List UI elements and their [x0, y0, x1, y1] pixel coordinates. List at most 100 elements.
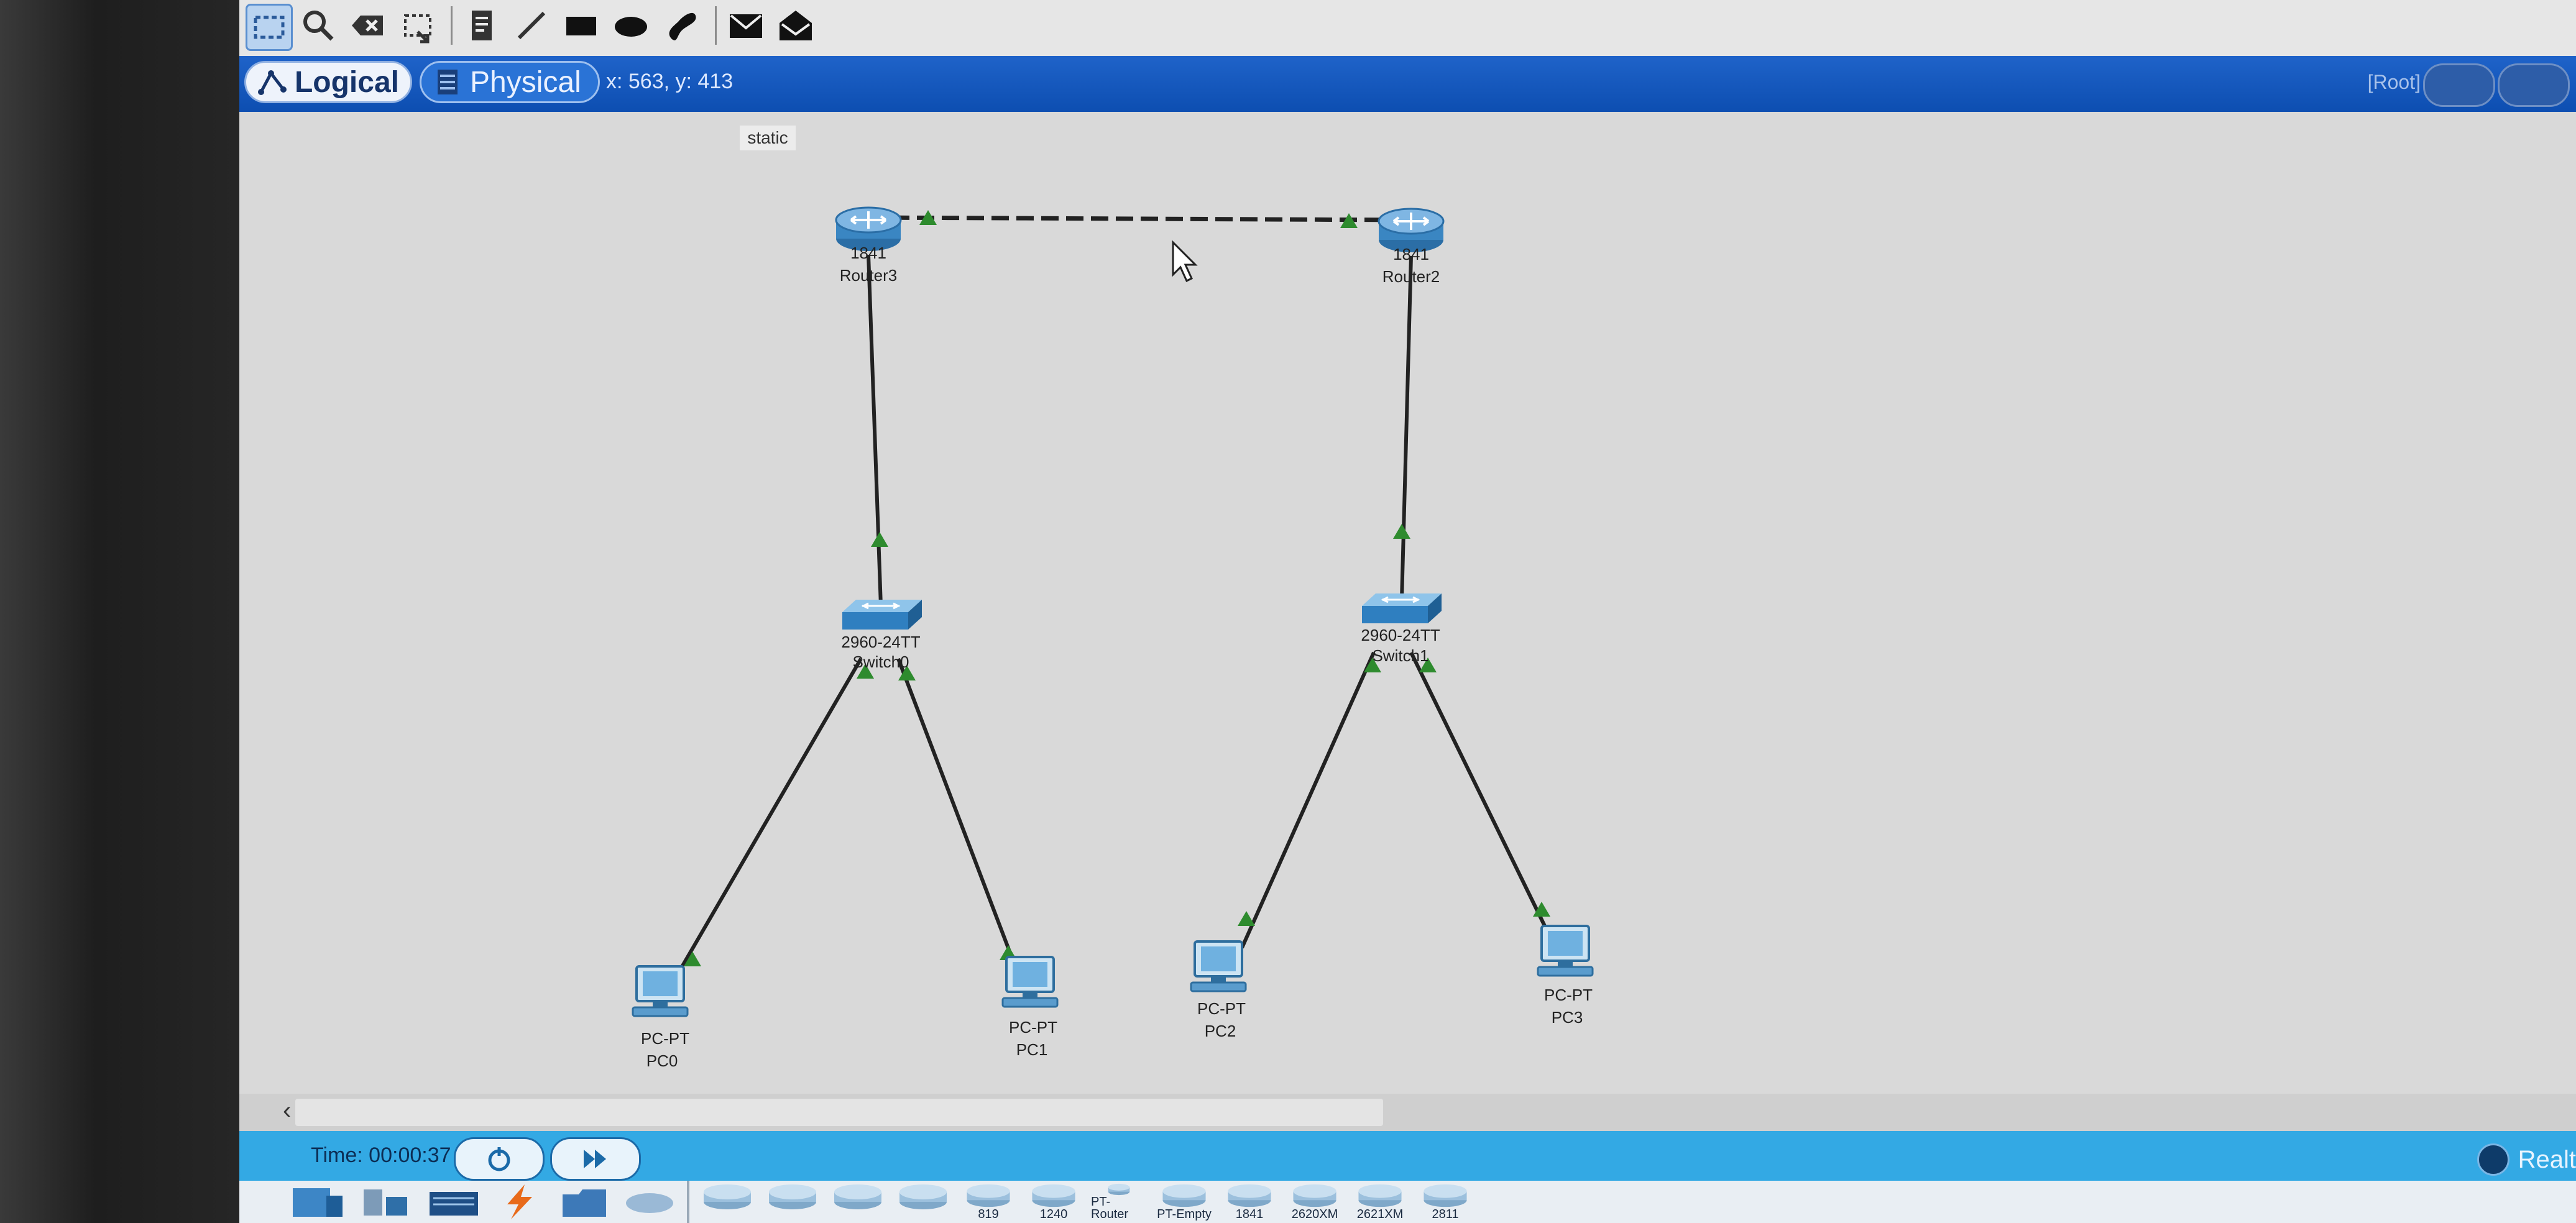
router-icon	[1032, 1184, 1075, 1207]
scrollbar-thumb[interactable]	[295, 1099, 1383, 1126]
switch-icon	[1361, 592, 1443, 625]
router-icon	[769, 1184, 816, 1209]
note-icon	[472, 11, 492, 40]
fast-forward-time-button[interactable]	[550, 1137, 641, 1181]
router3-model-label: 1841	[850, 244, 886, 262]
palette-router-item[interactable]	[699, 1183, 755, 1221]
magnifier-icon	[303, 11, 334, 41]
select-tool-button[interactable]	[246, 4, 293, 51]
pc3-name-label: PC3	[1552, 1008, 1583, 1027]
inspect-tool-button[interactable]	[297, 4, 340, 47]
switch0-name-label: Switch0	[852, 653, 909, 671]
toolbar-separator	[451, 6, 453, 45]
new-cluster-button[interactable]	[2498, 63, 2570, 107]
link-switch0-pc0[interactable]	[669, 657, 863, 986]
tab-physical-label: Physical	[470, 65, 581, 99]
switch0-model-label: 2960-24TT	[841, 633, 920, 651]
palette-router-item[interactable]: PT-Router	[1091, 1183, 1147, 1221]
palette-router-item[interactable]: PT-Empty	[1156, 1183, 1212, 1221]
network-devices-category-button[interactable]	[357, 1183, 413, 1221]
serial-link-router3-router2[interactable]	[867, 215, 1409, 222]
palette-router-item[interactable]: 2811	[1417, 1183, 1473, 1221]
link-router3-switch0[interactable]	[867, 254, 883, 607]
back-button[interactable]	[2423, 63, 2495, 107]
select-icon	[254, 16, 285, 39]
note-tool-button[interactable]	[460, 4, 504, 47]
realtime-mode-toggle[interactable]: Realt	[2477, 1143, 2576, 1176]
draw-line-tool-button[interactable]	[510, 4, 553, 47]
palette-router-item[interactable]: 1240	[1026, 1183, 1082, 1221]
pc0-device[interactable]: PC-PT PC0	[632, 965, 689, 1070]
router-icon	[704, 1184, 751, 1209]
mouse-pointer-icon	[1172, 240, 1198, 283]
delete-tool-button[interactable]	[346, 4, 390, 47]
tab-logical[interactable]: Logical	[244, 61, 412, 103]
link-switch0-pc1[interactable]	[896, 657, 1019, 974]
palette-router-item[interactable]: 2621XM	[1352, 1183, 1408, 1221]
tab-logical-label: Logical	[294, 65, 399, 99]
fast-forward-icon	[584, 1150, 606, 1168]
switch0-device[interactable]: 2960-24TT Switch0	[841, 598, 923, 671]
resize-shape-icon	[404, 14, 431, 44]
router2-name-label: Router2	[1382, 267, 1440, 286]
pc0-name-label: PC0	[646, 1051, 678, 1070]
logical-topology-icon	[257, 70, 287, 95]
router2-device[interactable]: 1841 Router2	[1378, 208, 1445, 286]
router-icon	[1293, 1184, 1336, 1207]
freeform-tool-button[interactable]	[659, 4, 702, 47]
scroll-left-icon[interactable]: ‹	[283, 1097, 291, 1125]
router3-name-label: Router3	[840, 266, 898, 285]
router-icon	[1162, 1184, 1206, 1207]
draw-ellipse-tool-button[interactable]	[609, 4, 653, 47]
router2-model-label: 1841	[1393, 245, 1429, 263]
link-switch1-pc3[interactable]	[1409, 651, 1547, 927]
palette-router-item[interactable]	[765, 1183, 821, 1221]
multiuser-category-button[interactable]	[622, 1183, 678, 1221]
tab-physical[interactable]: Physical	[420, 61, 600, 103]
ellipse-icon	[615, 17, 647, 37]
pc3-device[interactable]: PC-PT PC3	[1537, 925, 1594, 1027]
miscellaneous-category-button[interactable]	[556, 1183, 612, 1221]
clock-icon	[2477, 1143, 2509, 1176]
pc-icon	[632, 965, 689, 1017]
pc0-model-label: PC-PT	[641, 1029, 689, 1048]
pc1-device[interactable]: PC-PT PC1	[1001, 956, 1059, 1059]
router-icon	[967, 1184, 1010, 1207]
power-cycle-devices-button[interactable]	[454, 1137, 545, 1181]
palette-router-item[interactable]: 819	[960, 1183, 1016, 1221]
link-up-indicator	[1238, 911, 1255, 926]
draw-rectangle-tool-button[interactable]	[559, 4, 603, 47]
logical-workspace[interactable]: static 1841 Router3 1841 Router2 2960-24…	[239, 112, 2576, 1094]
pc2-model-label: PC-PT	[1197, 999, 1246, 1018]
router-icon	[1424, 1184, 1467, 1207]
components-category-button[interactable]	[426, 1183, 482, 1221]
packet-tracer-window: Logical Physical x: 563, y: 413 [Root] s…	[239, 0, 2576, 1223]
switch1-device[interactable]: 2960-24TT Switch1	[1361, 592, 1443, 665]
palette-router-item[interactable]: 1841	[1221, 1183, 1277, 1221]
pc-icon	[1537, 925, 1594, 977]
cursor-coordinates: x: 563, y: 413	[606, 70, 734, 93]
simulation-time-bar: Time: 00:00:37 Realt	[239, 1131, 2576, 1181]
palette-router-item[interactable]	[895, 1183, 951, 1221]
router3-device[interactable]: 1841 Router3	[835, 206, 902, 285]
add-simple-pdu-button[interactable]	[724, 4, 768, 47]
physical-rack-icon	[438, 70, 458, 94]
workspace-mode-bar: Logical Physical x: 563, y: 413 [Root]	[239, 56, 2576, 112]
palette-router-item[interactable]: 2620XM	[1287, 1183, 1343, 1221]
pc3-model-label: PC-PT	[1544, 986, 1593, 1004]
resize-tool-button[interactable]	[396, 4, 439, 47]
topology-diagram: 1841 Router3 1841 Router2 2960-24TT Swit…	[632, 206, 1594, 1070]
envelope-closed-icon	[730, 14, 762, 38]
end-devices-category-button[interactable]	[289, 1183, 345, 1221]
workspace-horizontal-scrollbar[interactable]: ‹	[239, 1094, 2576, 1131]
pc2-device[interactable]: PC-PT PC2	[1190, 940, 1247, 1040]
rectangle-icon	[566, 17, 596, 35]
palette-router-item[interactable]	[830, 1183, 886, 1221]
connections-category-button[interactable]	[491, 1183, 547, 1221]
router-icon	[1108, 1183, 1130, 1196]
link-switch1-pc2[interactable]	[1240, 651, 1376, 949]
router-icon	[834, 1184, 881, 1209]
add-complex-pdu-button[interactable]	[774, 4, 817, 47]
link-router2-switch1[interactable]	[1400, 255, 1413, 600]
realtime-label: Realt	[2518, 1145, 2576, 1173]
